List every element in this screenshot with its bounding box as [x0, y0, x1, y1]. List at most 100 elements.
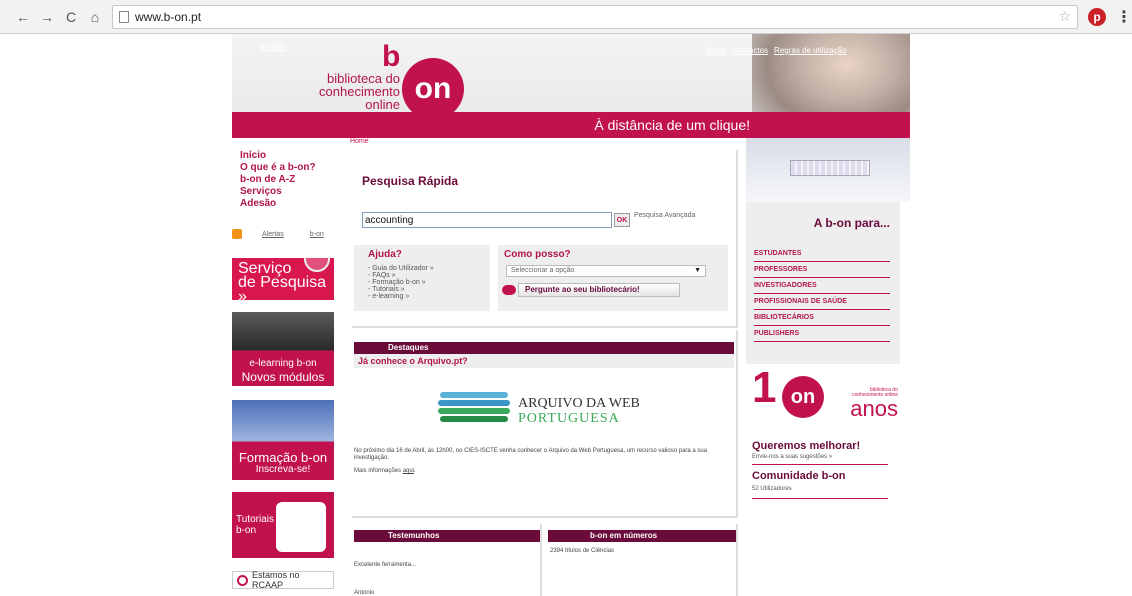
tutoriais-banner[interactable]: Tutoriais b-on [232, 492, 334, 558]
arquivo-web-logo[interactable]: ARQUIVO DA WEB PORTUGUESA [438, 392, 648, 432]
feedback-title[interactable]: Queremos melhorar! [752, 440, 860, 452]
advanced-search-link[interactable]: Pesquisa Avançada [634, 212, 695, 219]
destaques-panel: Destaques Já conhece o Arquivo.pt? ARQUI… [352, 330, 738, 518]
divider [752, 464, 888, 465]
page-icon [119, 10, 129, 23]
more-info-prefix: Mais informações [354, 468, 402, 474]
audience-list: ESTUDANTES PROFESSORES INVESTIGADORES PR… [754, 246, 890, 342]
testemunhos-panel: Testemunhos Excelente ferramenta... Anto… [352, 524, 542, 596]
bookmark-star-icon[interactable]: ☆ [1058, 8, 1071, 25]
como-posso-panel: Como posso? Seleccionar a opção ▼ Pergun… [498, 245, 728, 311]
como-select-value: Seleccionar a opção [511, 267, 575, 274]
reload-icon[interactable]: C [62, 8, 80, 26]
ask-librarian-button[interactable]: Pergunte ao seu bibliotecário! [518, 283, 680, 297]
help-title: Ajuda? [368, 249, 402, 260]
alerts-bon-link[interactable]: b-on [310, 231, 324, 238]
anos-number: 1 [752, 363, 777, 412]
rcaap-icon [237, 574, 248, 586]
help-item[interactable]: - FAQs » [368, 272, 434, 279]
nav-adesao[interactable]: Adesão [240, 198, 350, 210]
testemunho-quote: Excelente ferramenta... [354, 562, 417, 568]
community-users: 52 Utilizadores [752, 486, 792, 492]
nav-bon-a-z[interactable]: b-on de A-Z [240, 174, 350, 186]
help-item[interactable]: - Tutoriais » [368, 286, 434, 293]
nav-o-que-e[interactable]: O que é a b-on? [240, 162, 350, 174]
search-input[interactable] [362, 212, 612, 228]
tutoriais-line1: Tutoriais [236, 514, 274, 525]
url-text[interactable]: www.b-on.pt [135, 10, 201, 24]
elearning-banner[interactable]: e-learning b-on Novos módulos [232, 312, 334, 386]
search-ok-button[interactable]: OK [614, 213, 630, 227]
english-link[interactable]: english [260, 42, 285, 51]
logo-b-letter: b [382, 40, 401, 73]
back-arrow-icon[interactable]: ← [14, 8, 32, 26]
nav-inicio[interactable]: Início [240, 150, 350, 162]
audience-investigadores[interactable]: INVESTIGADORES [754, 278, 890, 294]
destaques-headline[interactable]: Já conhece o Arquivo.pt? [354, 354, 734, 368]
anos-logo: on [782, 376, 824, 418]
site-header: english biblioteca do conhecimento onlin… [232, 34, 910, 138]
left-nav: Início O que é a b-on? b-on de A-Z Servi… [240, 150, 350, 210]
bon-logo[interactable]: on [402, 58, 464, 120]
audience-publishers[interactable]: PUBLISHERS [754, 326, 890, 342]
rcaap-banner[interactable]: Estamos no RCAAP [232, 570, 334, 590]
como-select[interactable]: Seleccionar a opção ▼ [506, 265, 706, 277]
tutoriais-text: Tutoriais b-on [236, 514, 274, 536]
help-list: - Guia do Utilizador » - FAQs » - Formaç… [368, 265, 434, 300]
more-info-link[interactable]: aqui [403, 468, 414, 474]
audience-professores[interactable]: PROFESSORES [754, 262, 890, 278]
pinterest-icon[interactable]: p [1088, 7, 1106, 26]
menu-icon[interactable]: ⋮ [1116, 7, 1132, 27]
destaques-bar: Destaques [354, 342, 734, 354]
address-bar[interactable]: www.b-on.pt ☆ [112, 4, 1078, 29]
elearning-line1: e-learning b-on [249, 358, 317, 369]
laptop-image [746, 138, 910, 202]
feedback-link[interactable]: Envie-nos a suas sugestões » [752, 454, 832, 460]
anos-word: anos [850, 396, 898, 421]
como-title: Como posso? [504, 249, 571, 260]
toplink-contactos[interactable]: Contactos [732, 46, 768, 55]
destaques-paragraph: No próximo dia 16 de Abril, às 12h00, no… [354, 448, 708, 461]
servico-line2: de Pesquisa » [238, 274, 327, 301]
numeros-bar: b-on em números [548, 530, 736, 542]
help-item[interactable]: - Guia do Utilizador » [368, 265, 434, 272]
audience-estudantes[interactable]: ESTUDANTES [754, 246, 890, 262]
arquivo-stack-icon [438, 392, 510, 428]
formacao-banner[interactable]: Formação b-on Inscreva-se! [232, 400, 334, 480]
speech-bubble-icon [502, 285, 516, 295]
testemunho-author: Antonio [354, 590, 375, 596]
numeros-panel: b-on em números 2394 títulos de Ciências [546, 524, 738, 596]
site-page: english biblioteca do conhecimento onlin… [232, 34, 910, 596]
toplink-regras[interactable]: Regras de utilização [774, 46, 846, 55]
nav-servicos[interactable]: Serviços [240, 186, 350, 198]
tutoriais-line2: b-on [236, 525, 257, 536]
help-item[interactable]: - Formação b-on » [368, 279, 434, 286]
community-title[interactable]: Comunidade b-on [752, 470, 846, 482]
toplink-mapa[interactable]: Mapa [706, 46, 726, 55]
quick-search-panel: Pesquisa Rápida OK Pesquisa Avançada Aju… [352, 150, 738, 328]
arquivo-logo-line1: ARQUIVO DA WEB [518, 396, 640, 411]
formacao-line2: Inscreva-se! [255, 464, 311, 475]
slogan-text: À distância de um clique! [594, 117, 750, 133]
testemunhos-bar: Testemunhos [354, 530, 540, 542]
ten-years-banner[interactable]: 1 on biblioteca do conhecimento online a… [750, 366, 900, 430]
help-item[interactable]: - e-learning » [368, 293, 434, 300]
home-icon[interactable]: ⌂ [86, 8, 104, 26]
divider [752, 498, 888, 499]
alerts-link[interactable]: Alertas [262, 231, 284, 238]
forward-arrow-icon[interactable]: → [38, 8, 56, 26]
breadcrumb-home[interactable]: Home [350, 138, 369, 145]
alerts-row: Alertas b-on [232, 228, 348, 240]
slogan-banner: À distância de um clique! [232, 112, 910, 138]
audience-bibliotecarios[interactable]: BIBLIOTECÁRIOS [754, 310, 890, 326]
rss-icon[interactable] [232, 229, 242, 239]
audience-heading: A b-on para... [813, 216, 890, 230]
elearning-line2: Novos módulos [241, 370, 325, 384]
rcaap-text: Estamos no RCAAP [252, 570, 300, 590]
more-info: Mais informações aqui. [354, 468, 416, 474]
arquivo-logo-line2: PORTUGUESA [518, 411, 620, 426]
audience-profissionais-saude[interactable]: PROFISSIONAIS DE SAÚDE [754, 294, 890, 310]
servico-pesquisa-banner[interactable]: Serviço de Pesquisa » [232, 258, 334, 300]
help-panel: Ajuda? - Guia do Utilizador » - FAQs » -… [354, 245, 490, 311]
dropdown-arrow-icon: ▼ [694, 267, 701, 274]
